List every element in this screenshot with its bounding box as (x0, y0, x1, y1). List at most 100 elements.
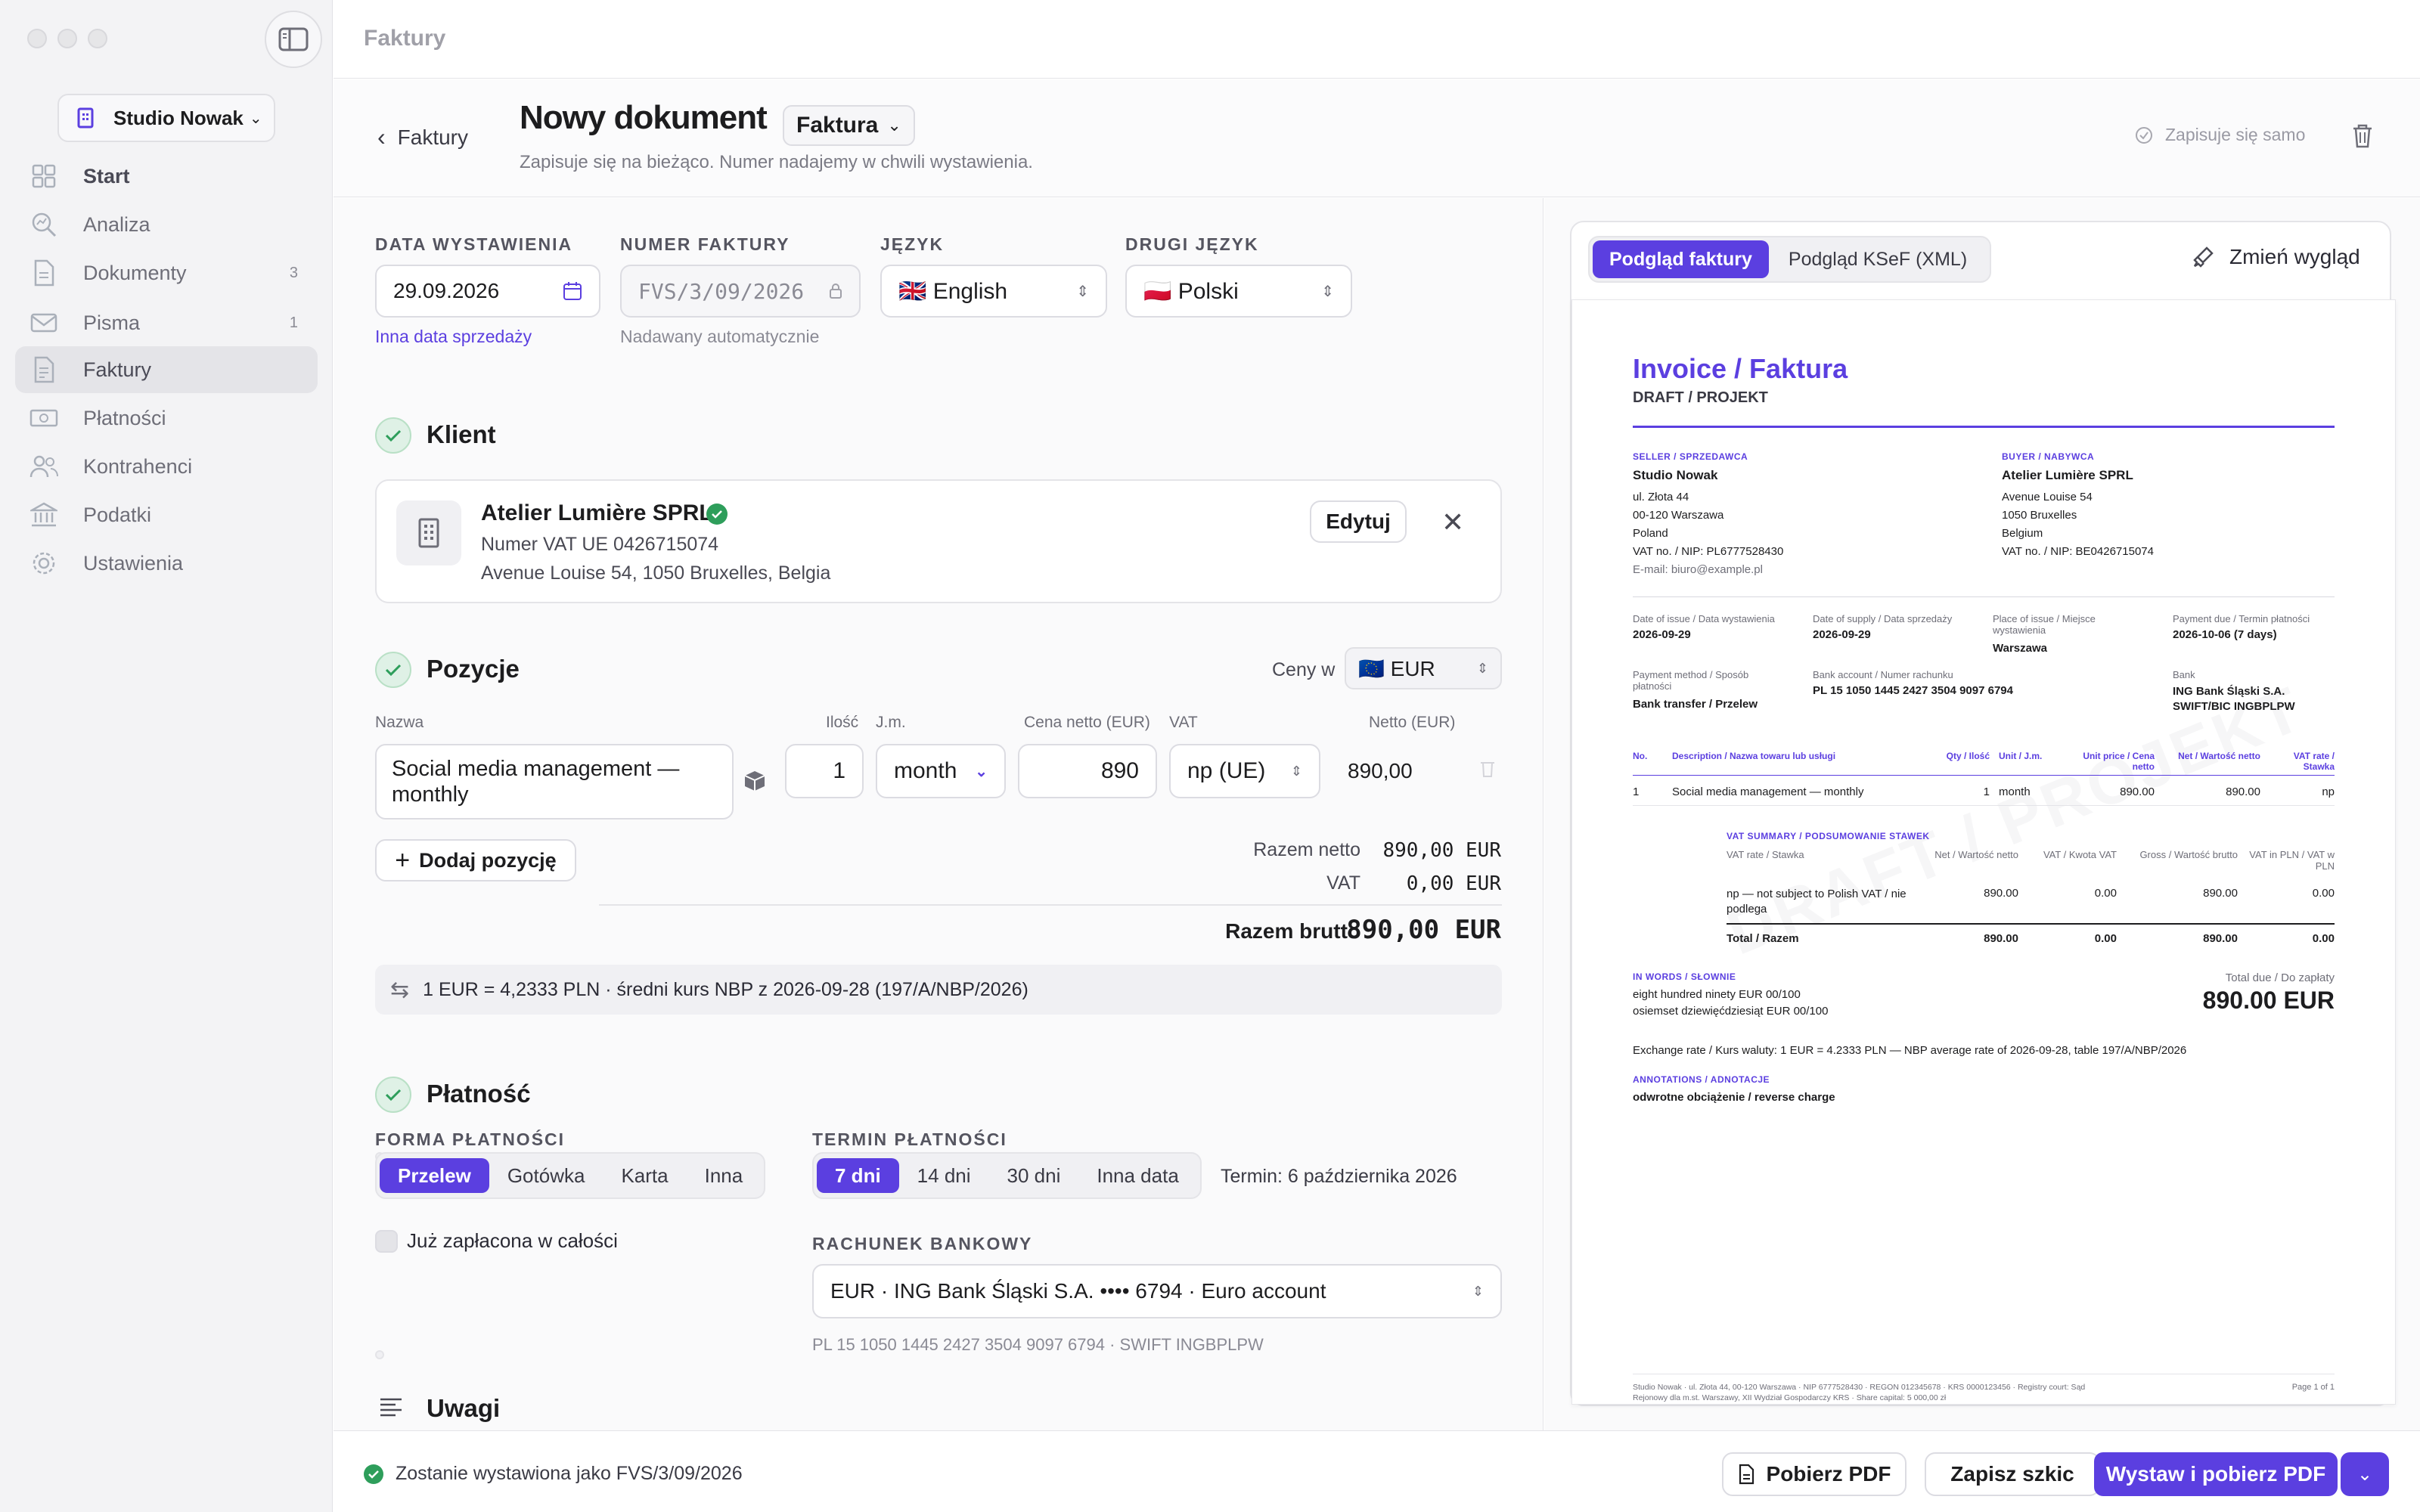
window-close-button[interactable] (27, 29, 47, 48)
sidebar-item-label: Podatki (83, 503, 152, 526)
sidebar-item-dokumenty[interactable]: Dokumenty 3 (15, 249, 318, 296)
second-language-select[interactable]: 🇵🇱 Polski ⇕ (1125, 265, 1352, 318)
vat-total: 0.00 (2312, 932, 2335, 945)
vat-td: 0.00 (2094, 887, 2117, 900)
sidebar-item-faktury[interactable]: Faktury (15, 346, 318, 393)
seller-line: 00-120 Warszawa (1633, 509, 1724, 522)
term-7[interactable]: 7 dni (817, 1158, 899, 1193)
method-przelew[interactable]: Przelew (380, 1158, 489, 1193)
item-net-value: 890,00 (1348, 759, 1413, 782)
paid-checkbox[interactable] (375, 1229, 398, 1253)
meta-label: Date of supply / Data sprzedaży (1813, 613, 1953, 624)
item-unit-select[interactable]: month ⌄ (876, 744, 1006, 798)
count-badge: 1 (289, 314, 298, 331)
vat-total: 890.00 (2203, 932, 2238, 945)
language-select[interactable]: 🇬🇧 English ⇕ (880, 265, 1107, 318)
th: No. (1633, 751, 1648, 761)
method-inna[interactable]: Inna (687, 1158, 762, 1193)
td: np (2322, 785, 2335, 798)
company-switcher[interactable]: Studio Nowak ⌄ (57, 94, 275, 142)
method-karta[interactable]: Karta (603, 1158, 686, 1193)
product-box-icon[interactable] (743, 770, 766, 798)
seller-name: Studio Nowak (1633, 468, 1718, 482)
th: Unit / J.m. (1999, 751, 2043, 761)
tab-invoice-preview[interactable]: Podgląd faktury (1593, 240, 1769, 278)
delete-button[interactable] (2351, 123, 2374, 154)
payment-section-check-icon (375, 1077, 411, 1113)
bank-building-icon (29, 500, 59, 530)
vat-rule (1727, 923, 2335, 925)
document-icon (29, 258, 59, 288)
vat-total: 890.00 (1984, 932, 2018, 945)
number-hint: Nadawany automatycznie (620, 327, 820, 346)
totals-divider (599, 904, 1502, 906)
sidebar-item-kontrahenci[interactable]: Kontrahenci (15, 443, 318, 490)
edit-client-button[interactable]: Edytuj (1310, 500, 1407, 543)
seller-line: VAT no. / NIP: PL6777528430 (1633, 545, 1784, 558)
remove-client-close-icon[interactable]: ✕ (1441, 507, 1464, 538)
term-14[interactable]: 14 dni (899, 1158, 989, 1193)
term-30[interactable]: 30 dni (989, 1158, 1079, 1193)
paid-checkbox-row[interactable]: Już zapłacona w całości (375, 1229, 618, 1253)
calendar-icon (563, 282, 582, 300)
item-trash-icon[interactable] (1479, 759, 1496, 784)
currency-select[interactable]: 🇪🇺 EUR ⇕ (1345, 647, 1502, 689)
sidebar-item-pisma[interactable]: Pisma 1 (15, 299, 318, 346)
issue-date-field[interactable]: 29.09.2026 (375, 265, 600, 318)
tab-ksef-preview[interactable]: Podgląd KSeF (XML) (1769, 240, 1987, 278)
td: 890.00 (2120, 785, 2155, 798)
meta-label: Date of issue / Data wystawienia (1633, 613, 1775, 624)
bank-account-select[interactable]: EUR · ING Bank Śląski S.A. •••• 6794 · E… (812, 1264, 1502, 1318)
item-vat-select[interactable]: np (UE) ⇕ (1169, 744, 1320, 798)
vat-th: Gross / Wartość brutto (2139, 849, 2238, 860)
item-name-field[interactable]: Social media management — monthly (375, 744, 734, 820)
sidebar-item-analiza[interactable]: Analiza (15, 201, 318, 248)
seller-line: ul. Złota 44 (1633, 491, 1689, 503)
term-other[interactable]: Inna data (1078, 1158, 1196, 1193)
change-appearance-button[interactable]: Zmień wygląd (2192, 245, 2360, 269)
sidebar-item-ustawienia[interactable]: Ustawienia (15, 540, 318, 587)
meta-label: Bank (2173, 669, 2195, 680)
th: Qty / Ilość (1946, 751, 1990, 761)
check-circle-icon (364, 1464, 383, 1484)
col-unit: J.m. (876, 714, 906, 731)
save-draft-button[interactable]: Zapisz szkic (1925, 1452, 2100, 1496)
paid-label: Już zapłacona w całości (407, 1229, 618, 1252)
vat-td: 0.00 (2312, 887, 2335, 900)
sale-date-link[interactable]: Inna data sprzedaży (375, 327, 532, 347)
meta-label: Payment method / Sposób płatności (1633, 669, 1749, 692)
invoice-icon (29, 355, 59, 385)
payment-method-label: FORMA PŁATNOŚCI (375, 1129, 566, 1149)
sidebar-item-start[interactable]: Start (15, 153, 318, 200)
chevron-left-icon: ‹ (377, 123, 386, 150)
annotations-heading: ANNOTATIONS / ADNOTACJE (1633, 1074, 1770, 1085)
add-item-button[interactable]: + Dodaj pozycję (375, 839, 576, 881)
payment-method-group: Przelew Gotówka Karta Inna (375, 1152, 766, 1199)
window-minimize-button[interactable] (57, 29, 77, 48)
chevron-updown-icon: ⇕ (1076, 283, 1089, 300)
check-circle-icon (2136, 126, 2152, 144)
invoice-number-field: FVS/3/09/2026 (620, 265, 861, 318)
item-qty-field[interactable]: 1 (785, 744, 864, 798)
issue-and-download-button[interactable]: Wystaw i pobierz PDF (2094, 1452, 2338, 1496)
title-rule (1633, 426, 2335, 428)
gross-value: 890,00 EUR (1346, 915, 1501, 945)
client-section-check-icon (375, 417, 411, 454)
sidebar-item-podatki[interactable]: Podatki (15, 491, 318, 538)
method-gotowka[interactable]: Gotówka (489, 1158, 603, 1193)
table-rule (1633, 775, 2335, 776)
doc-type-select[interactable]: Faktura ⌄ (783, 105, 915, 146)
back-button[interactable]: ‹ Faktury (377, 123, 468, 151)
client-section-title: Klient (427, 420, 496, 448)
window-zoom-button[interactable] (88, 29, 107, 48)
sidebar: Studio Nowak ⌄ Start Analiza Dokumenty 3… (0, 0, 333, 1512)
sidebar-toggle-button[interactable] (265, 11, 322, 68)
pl-flag-icon: 🇵🇱 (1143, 278, 1172, 304)
total-net-label: Razem netto (1253, 839, 1360, 860)
th: VAT rate / Stawka (2293, 751, 2335, 772)
download-pdf-button[interactable]: Pobierz PDF (1722, 1452, 1907, 1496)
sidebar-item-platnosci[interactable]: Płatności (15, 395, 318, 442)
issue-options-button[interactable]: ⌄ (2341, 1452, 2389, 1496)
item-price-field[interactable]: 890 (1018, 744, 1157, 798)
autosave-status: Zapisuje się samo (2135, 125, 2305, 145)
